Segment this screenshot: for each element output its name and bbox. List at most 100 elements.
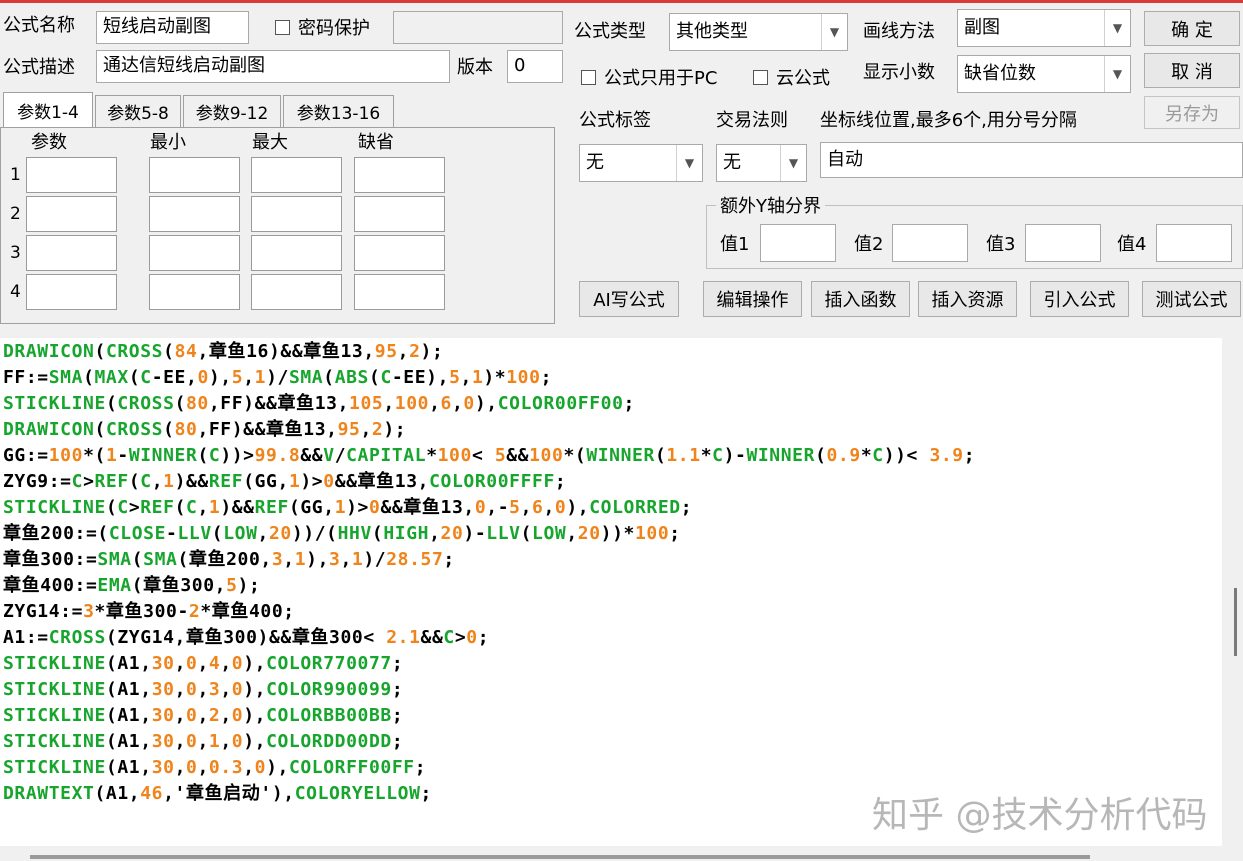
vertical-scrollbar[interactable] [1226, 338, 1243, 846]
code-line[interactable]: GG:=100*(1-WINNER(C))>99.8&&V/CAPITAL*10… [3, 443, 975, 469]
value2-label: 值2 [854, 234, 884, 255]
param-default-input[interactable] [354, 157, 445, 193]
chevron-down-icon[interactable]: ▼ [780, 145, 806, 181]
vertical-scrollbar-thumb[interactable] [1234, 588, 1237, 656]
draw-method-select[interactable]: 副图 ▼ [957, 9, 1131, 47]
value4-input[interactable] [1156, 224, 1232, 262]
code-token: ), [243, 679, 267, 700]
param-default-input[interactable] [354, 274, 445, 310]
code-token: -EE, [151, 367, 198, 388]
ai-write-button[interactable]: AI写公式 [579, 281, 679, 317]
code-token: 1.1 [666, 445, 701, 466]
decimals-select[interactable]: 缺省位数 ▼ [957, 55, 1131, 93]
param-min-input[interactable] [149, 196, 240, 232]
horizontal-scrollbar-thumb[interactable] [30, 855, 1090, 859]
test-formula-button[interactable]: 测试公式 [1142, 281, 1241, 317]
code-token: )- [723, 445, 747, 466]
param-name-input[interactable] [26, 274, 117, 310]
value2-input[interactable] [892, 224, 968, 262]
formula-desc-input[interactable]: 通达信短线启动副图 [96, 50, 450, 83]
cancel-button[interactable]: 取 消 [1144, 53, 1240, 88]
code-line[interactable]: 章鱼300:=SMA(SMA(章鱼200,3,1),3,1)/28.57; [3, 547, 455, 573]
code-line[interactable]: A1:=CROSS(ZYG14,章鱼300)&&章鱼300< 2.1&&C>0; [3, 625, 489, 651]
ok-button[interactable]: 确 定 [1144, 11, 1240, 46]
param-min-input[interactable] [149, 274, 240, 310]
tab-params-5-8[interactable]: 参数5-8 [95, 95, 181, 127]
pc-only-checkbox[interactable]: 公式只用于PC [581, 64, 717, 90]
formula-tag-select[interactable]: 无 ▼ [579, 144, 703, 182]
value3-input[interactable] [1025, 224, 1101, 262]
code-line[interactable]: STICKLINE(A1,30,0,3,0),COLOR990099; [3, 677, 403, 703]
checkbox-box[interactable] [275, 19, 290, 35]
cloud-formula-checkbox[interactable]: 云公式 [753, 64, 830, 90]
param-max-input[interactable] [251, 235, 342, 271]
code-token: , [151, 471, 164, 492]
horizontal-scrollbar[interactable] [0, 848, 1243, 861]
chevron-down-icon[interactable]: ▼ [821, 14, 847, 50]
formula-type-select[interactable]: 其他类型 ▼ [669, 13, 848, 51]
code-line[interactable]: STICKLINE(CROSS(80,FF)&&章鱼13,105,100,6,0… [3, 391, 635, 417]
code-token: , [197, 757, 209, 778]
code-line[interactable]: FF:=SMA(MAX(C-EE,0),5,1)/SMA(ABS(C-EE),5… [3, 365, 552, 391]
code-token: - [117, 445, 129, 466]
code-line[interactable]: DRAWTEXT(A1,46,'章鱼启动'),COLORYELLOW; [3, 781, 432, 807]
chevron-down-icon[interactable]: ▼ [676, 145, 702, 181]
code-token: COLOR00FFFF [429, 471, 555, 492]
formula-name-input[interactable]: 短线启动副图 [96, 11, 249, 44]
code-token: 0 [186, 653, 198, 674]
param-default-input[interactable] [354, 196, 445, 232]
code-editor[interactable]: DRAWICON(CROSS(84,章鱼16)&&章鱼13,95,2); FF:=… [0, 338, 1222, 846]
tab-params-9-12[interactable]: 参数9-12 [183, 95, 281, 127]
tab-params-13-16[interactable]: 参数13-16 [283, 95, 394, 127]
edit-ops-button[interactable]: 编辑操作 [703, 281, 802, 317]
code-line[interactable]: STICKLINE(A1,30,0,0.3,0),COLORFF00FF; [3, 755, 426, 781]
code-token: , [197, 653, 209, 674]
code-line[interactable]: ZYG9:=C>REF(C,1)&&REF(GG,1)>0&&章鱼13,COLO… [3, 469, 566, 495]
save-as-button[interactable]: 另存为 [1144, 96, 1240, 129]
code-line[interactable]: DRAWICON(CROSS(80,FF)&&章鱼13,95,2); [3, 417, 406, 443]
code-token: 0 [554, 497, 567, 518]
param-default-input[interactable] [354, 235, 445, 271]
code-token: , [520, 497, 533, 518]
checkbox-box[interactable] [753, 69, 768, 85]
code-token: 100 [529, 445, 564, 466]
password-protect-checkbox[interactable]: 密码保护 [275, 14, 370, 40]
code-token: 3 [271, 549, 284, 570]
code-line[interactable]: 章鱼400:=EMA(章鱼300,5); [3, 573, 260, 599]
code-token: ,FF)&&章鱼13, [197, 419, 338, 440]
checkbox-box[interactable] [581, 69, 596, 85]
code-token: COLOR990099 [266, 679, 392, 700]
code-token: C [208, 445, 221, 466]
code-line[interactable]: STICKLINE(C>REF(C,1)&&REF(GG,1)>0&&章鱼13,… [3, 495, 692, 521]
code-line[interactable]: 章鱼200:=(CLOSE-LLV(LOW,20))/(HHV(HIGH,20)… [3, 521, 681, 547]
code-token: ,- [486, 497, 510, 518]
code-token: C [712, 445, 724, 466]
param-max-input[interactable] [251, 157, 342, 193]
tab-params-1-4[interactable]: 参数1-4 [3, 92, 93, 128]
chevron-down-icon[interactable]: ▼ [1104, 10, 1130, 46]
insert-function-button[interactable]: 插入函数 [811, 281, 910, 317]
code-line[interactable]: DRAWICON(CROSS(84,章鱼16)&&章鱼13,95,2); [3, 339, 443, 365]
param-max-input[interactable] [251, 196, 342, 232]
param-min-input[interactable] [149, 235, 240, 271]
param-min-input[interactable] [149, 157, 240, 193]
version-input[interactable]: 0 [507, 50, 563, 83]
code-line[interactable]: STICKLINE(A1,30,0,4,0),COLOR770077; [3, 651, 403, 677]
param-max-input[interactable] [251, 274, 342, 310]
import-formula-button[interactable]: 引入公式 [1030, 281, 1129, 317]
value1-input[interactable] [760, 224, 836, 262]
param-name-input[interactable] [26, 157, 117, 193]
trade-rule-select[interactable]: 无 ▼ [716, 144, 807, 182]
insert-resource-button[interactable]: 插入资源 [918, 281, 1017, 317]
axis-lines-input[interactable]: 自动 [820, 142, 1243, 178]
code-token: 0 [254, 757, 267, 778]
value3-label: 值3 [986, 234, 1016, 255]
param-name-input[interactable] [26, 196, 117, 232]
code-line[interactable]: STICKLINE(A1,30,0,2,0),COLORBB00BB; [3, 703, 403, 729]
code-line[interactable]: STICKLINE(A1,30,0,1,0),COLORDD00DD; [3, 729, 403, 755]
param-name-input[interactable] [26, 235, 117, 271]
chevron-down-icon[interactable]: ▼ [1104, 56, 1130, 92]
code-token: &&章鱼13, [380, 497, 475, 518]
code-line[interactable]: ZYG14:=3*章鱼300-2*章鱼400; [3, 599, 295, 625]
code-token: ,'章鱼启动'), [163, 783, 295, 804]
